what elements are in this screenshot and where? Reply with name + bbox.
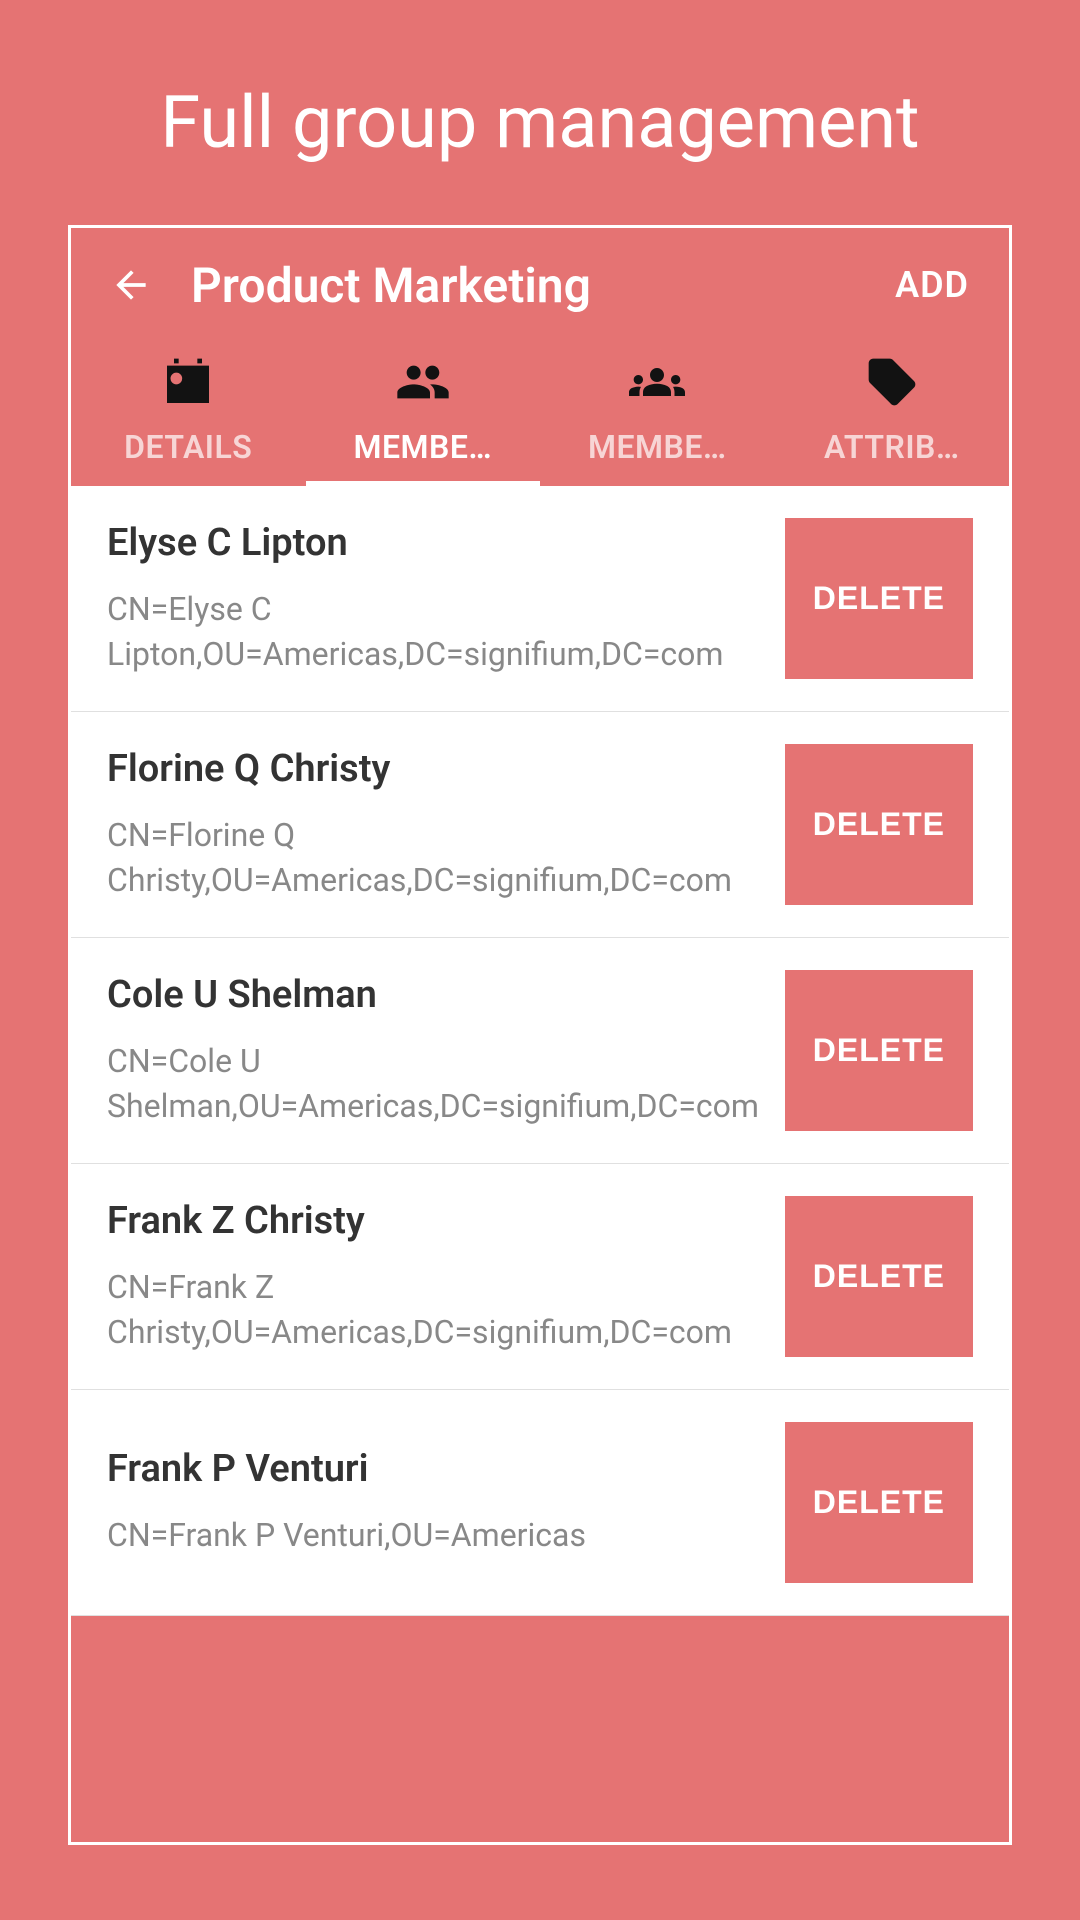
list-item[interactable]: Elyse C Lipton CN=Elyse C Lipton,OU=Amer… [71, 486, 1009, 712]
tab-label: ATTRIB… [824, 428, 960, 466]
id-card-icon [160, 354, 216, 410]
member-dn: CN=Cole U Shelman,OU=Americas,DC=signifi… [107, 1039, 761, 1129]
tab-attributes[interactable]: ATTRIB… [775, 346, 1010, 486]
delete-button[interactable]: DELETE [785, 744, 973, 905]
page-title: Product Marketing [191, 257, 855, 314]
tab-label: MEMBE… [353, 428, 492, 466]
list-item[interactable]: Frank Z Christy CN=Frank Z Christy,OU=Am… [71, 1164, 1009, 1390]
member-dn: CN=Elyse C Lipton,OU=Americas,DC=signifi… [107, 587, 761, 677]
app-frame: Product Marketing ADD DETAILS MEMBE… MEM… [68, 225, 1012, 1845]
member-dn: CN=Frank Z Christy,OU=Americas,DC=signif… [107, 1265, 761, 1355]
groups-icon [629, 354, 685, 410]
member-name: Frank Z Christy [107, 1199, 761, 1243]
people-icon [395, 354, 451, 410]
member-info: Frank P Venturi CN=Frank P Venturi,OU=Am… [107, 1447, 761, 1558]
member-name: Cole U Shelman [107, 973, 761, 1017]
tab-label: DETAILS [124, 428, 252, 466]
list-item[interactable]: Florine Q Christy CN=Florine Q Christy,O… [71, 712, 1009, 938]
member-name: Florine Q Christy [107, 747, 761, 791]
member-dn: CN=Florine Q Christy,OU=Americas,DC=sign… [107, 813, 761, 903]
delete-button[interactable]: DELETE [785, 518, 973, 679]
tab-details[interactable]: DETAILS [71, 346, 306, 486]
list-item[interactable]: Frank P Venturi CN=Frank P Venturi,OU=Am… [71, 1390, 1009, 1616]
tab-member-of[interactable]: MEMBE… [540, 346, 775, 486]
member-info: Elyse C Lipton CN=Elyse C Lipton,OU=Amer… [107, 521, 761, 677]
back-arrow-icon [109, 263, 153, 307]
app-header: Product Marketing ADD [71, 228, 1009, 334]
back-button[interactable] [107, 261, 155, 309]
tab-label: MEMBE… [588, 428, 727, 466]
member-info: Frank Z Christy CN=Frank Z Christy,OU=Am… [107, 1199, 761, 1355]
member-info: Cole U Shelman CN=Cole U Shelman,OU=Amer… [107, 973, 761, 1129]
delete-button[interactable]: DELETE [785, 1196, 973, 1357]
tags-icon [864, 354, 920, 410]
add-button[interactable]: ADD [891, 256, 973, 314]
delete-button[interactable]: DELETE [785, 1422, 973, 1583]
promo-title: Full group management [0, 0, 1080, 225]
tabs: DETAILS MEMBE… MEMBE… ATTRIB… [71, 334, 1009, 486]
member-name: Elyse C Lipton [107, 521, 761, 565]
delete-button[interactable]: DELETE [785, 970, 973, 1131]
member-dn: CN=Frank P Venturi,OU=Americas [107, 1513, 761, 1558]
member-info: Florine Q Christy CN=Florine Q Christy,O… [107, 747, 761, 903]
members-list: Elyse C Lipton CN=Elyse C Lipton,OU=Amer… [71, 486, 1009, 1616]
list-item[interactable]: Cole U Shelman CN=Cole U Shelman,OU=Amer… [71, 938, 1009, 1164]
tab-members[interactable]: MEMBE… [306, 346, 541, 486]
member-name: Frank P Venturi [107, 1447, 761, 1491]
